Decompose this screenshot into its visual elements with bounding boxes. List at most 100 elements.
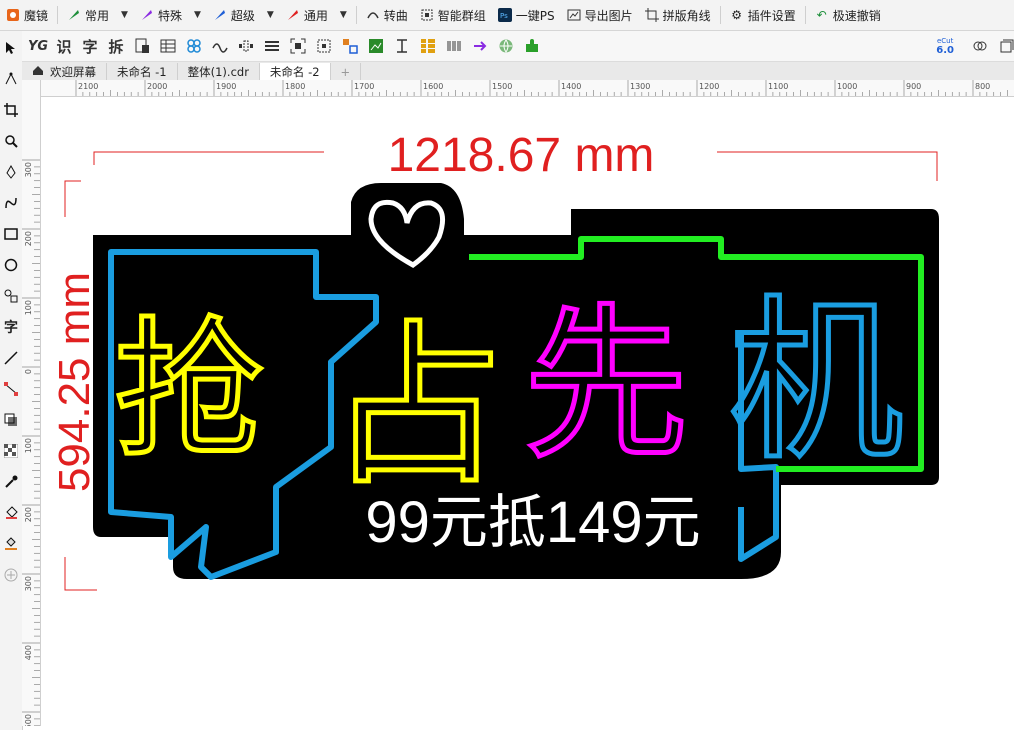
arrow-convert-icon[interactable] (470, 36, 490, 56)
menu-item-jisuchexiao[interactable]: ↶ 极速撤销 (809, 0, 887, 30)
menu-item-zhinengqunzu[interactable]: 智能群组 (414, 0, 492, 30)
plugin-toolbar: YG 识 字 拆 eCut 6.0 (22, 31, 1014, 62)
tab-whole-cdr[interactable]: 整体(1).cdr (178, 63, 260, 80)
ecut-badge[interactable]: eCut 6.0 (936, 37, 954, 56)
table-icon[interactable] (158, 36, 178, 56)
clip-tool-icon[interactable] (970, 36, 990, 56)
puzzle-icon[interactable] (522, 36, 542, 56)
pick-tool-icon[interactable] (2, 35, 20, 61)
divider (355, 6, 357, 24)
menu-item-zhuanqu[interactable]: 转曲 (360, 0, 414, 30)
document-icon[interactable] (132, 36, 152, 56)
menu-item-daochutupian[interactable]: 导出图片 (561, 0, 639, 30)
connector-tool-icon[interactable] (2, 376, 20, 402)
menu-item-label: 魔镜 (24, 8, 49, 23)
ruler-label: 1800 (285, 82, 305, 91)
ruler-label: 300 (24, 576, 33, 591)
photoshop-icon: Ps (497, 8, 512, 22)
ruler-label: 900 (906, 82, 921, 91)
menu-item-pinbanjiaoxian[interactable]: 拼版角线 (639, 0, 717, 30)
height-dim-line-bottom (64, 557, 97, 591)
text-column-icon[interactable] (392, 36, 412, 56)
chevron-down-icon[interactable]: ▼ (340, 10, 347, 20)
tab-label: 未命名 -2 (269, 64, 320, 79)
ruler-label: 200 (24, 231, 33, 246)
menu-item-label: 导出图片 (584, 8, 633, 23)
add-tool-icon[interactable] (2, 562, 20, 588)
split-button[interactable]: 拆 (106, 36, 126, 56)
font-button[interactable]: 字 (80, 36, 100, 56)
ruler-label: 1100 (768, 82, 788, 91)
tab-welcome[interactable]: 欢迎屏幕 (22, 63, 107, 80)
menu-item-label: 拼版角线 (662, 8, 711, 23)
menu-item-label: 超级 (230, 8, 255, 23)
pen-icon (140, 8, 154, 22)
curve-tool-icon[interactable] (2, 190, 20, 216)
divider (719, 6, 721, 24)
horizontal-ruler[interactable]: 2100 2000 1900 1800 1700 1600 1500 1400 1300 1200… (40, 80, 1014, 97)
menu-item-chajianshezhi[interactable]: ⚙ 插件设置 (724, 0, 802, 30)
ruler-label: 100 (24, 300, 33, 315)
transparency-tool-icon[interactable] (2, 438, 20, 464)
grid-list-icon[interactable] (418, 36, 438, 56)
ruler-label: 2100 (78, 82, 98, 91)
rectangle-tool-icon[interactable] (2, 221, 20, 247)
chevron-down-icon[interactable]: ▼ (121, 10, 128, 20)
crop-tool-icon[interactable] (2, 97, 20, 123)
ruler-label: 1700 (354, 82, 374, 91)
layers-icon[interactable] (996, 36, 1014, 56)
globe-icon[interactable] (496, 36, 516, 56)
ruler-label: 1000 (837, 82, 857, 91)
shadow-tool-icon[interactable] (2, 407, 20, 433)
ruler-label: 1600 (423, 82, 443, 91)
ruler-label: 300 (24, 162, 33, 177)
yg-logo-icon[interactable]: YG (28, 36, 48, 56)
width-dim-line-right (717, 151, 938, 181)
line-tool-icon[interactable] (2, 345, 20, 371)
menu-item-changyong[interactable]: 常用 ▼ (61, 0, 134, 30)
color-swatch-icon[interactable] (340, 36, 360, 56)
menu-item-label: 一键PS (515, 8, 555, 23)
pen-tool-icon[interactable] (2, 159, 20, 185)
pen-icon (67, 8, 81, 22)
menu-item-chaoji[interactable]: 超级 ▼ (207, 0, 280, 30)
tab-label: 欢迎屏幕 (50, 64, 96, 79)
toolbox: 字 (0, 31, 23, 730)
barcode-icon[interactable] (444, 36, 464, 56)
pattern-icon[interactable] (184, 36, 204, 56)
distribute-icon[interactable] (236, 36, 256, 56)
text-tool-icon[interactable]: 字 (2, 314, 20, 340)
convert-curve-icon (366, 8, 380, 22)
ruler-label: 2000 (147, 82, 167, 91)
chevron-down-icon[interactable]: ▼ (194, 10, 201, 20)
eyedropper-tool-icon[interactable] (2, 469, 20, 495)
fill-tool-icon[interactable] (2, 500, 20, 526)
menu-item-label: 极速撤销 (832, 8, 881, 23)
menu-item-tongyong[interactable]: 通用 ▼ (280, 0, 353, 30)
shape-tool-icon[interactable] (2, 66, 20, 92)
gear-icon: ⚙ (731, 8, 743, 22)
select-frame-icon[interactable] (314, 36, 334, 56)
align-lines-icon[interactable] (262, 36, 282, 56)
ruler-label: 800 (975, 82, 990, 91)
add-tab-button[interactable]: + (331, 63, 362, 80)
menu-item-teshu[interactable]: 特殊 ▼ (134, 0, 207, 30)
image-frame-icon[interactable] (366, 36, 386, 56)
recognize-text-button[interactable]: 识 (54, 36, 74, 56)
smart-fill-icon[interactable] (2, 531, 20, 557)
tab-untitled-1[interactable]: 未命名 -1 (107, 63, 178, 80)
vertical-ruler[interactable]: 300 200 100 0 100 200 300 400 500 (22, 80, 41, 729)
tab-untitled-2[interactable]: 未命名 -2 (259, 63, 331, 80)
polygon-tool-icon[interactable] (2, 283, 20, 309)
export-image-icon (567, 8, 581, 22)
drawing-canvas[interactable]: 1218.67 mm 594.25 mm 抢 占 先 机 99元抵149元 (41, 97, 1014, 726)
ruler-label: 200 (24, 507, 33, 522)
ellipse-tool-icon[interactable] (2, 252, 20, 278)
menu-item-yijianps[interactable]: Ps 一键PS (492, 0, 561, 30)
chevron-down-icon[interactable]: ▼ (267, 10, 274, 20)
corner-marks-icon[interactable] (288, 36, 308, 56)
title-char-qiang: 抢 (114, 304, 264, 478)
menu-item-mojing[interactable]: 魔镜 (0, 0, 54, 30)
node-curve-icon[interactable] (210, 36, 230, 56)
zoom-tool-icon[interactable] (2, 128, 20, 154)
